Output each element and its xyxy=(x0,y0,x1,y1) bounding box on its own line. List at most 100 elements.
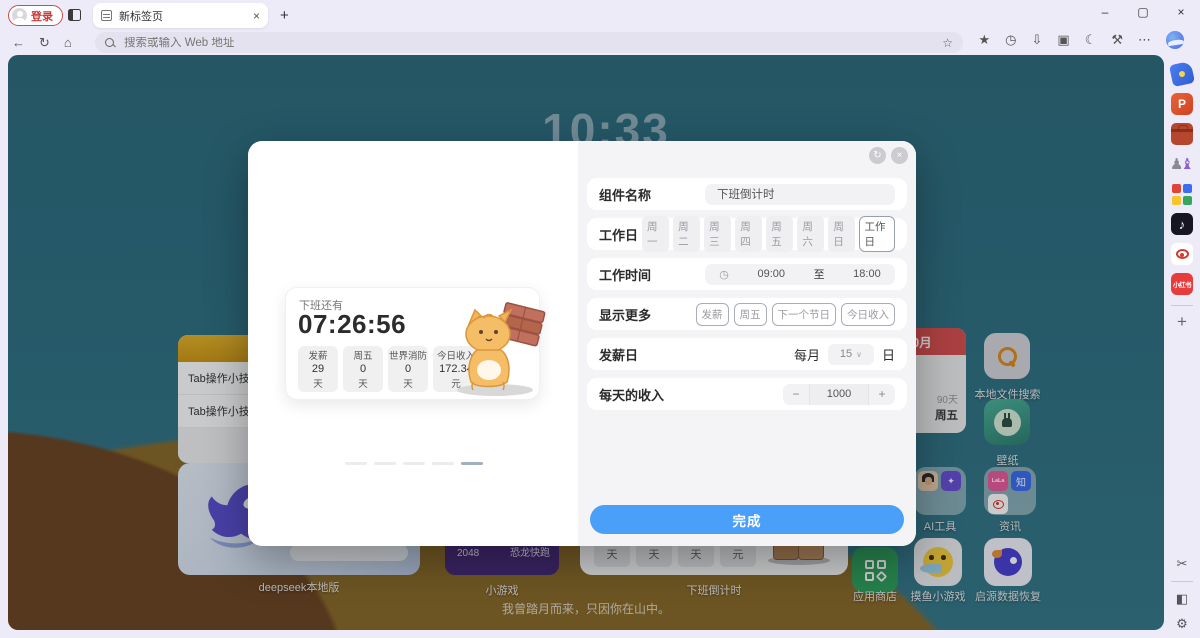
history-icon[interactable]: ◷ xyxy=(1005,32,1016,48)
address-bar[interactable]: ☆ xyxy=(95,32,963,53)
color-grid-app-icon[interactable] xyxy=(1171,183,1193,205)
work-time-picker[interactable]: ◷ 09:00 至 18:00 xyxy=(705,264,895,285)
workday-chip[interactable]: 周一 xyxy=(642,216,669,252)
chess-app-icon[interactable]: ♟♝ xyxy=(1171,153,1193,175)
tab-new-tab-page[interactable]: 新标签页 × xyxy=(93,3,268,28)
toolbar: ← ↻ ⌂ ☆ ★ ◷ ⇩ ▣ ☾ ⚒ ⋯ xyxy=(0,30,1200,55)
stat-value: 0 xyxy=(360,363,366,375)
avatar xyxy=(12,8,27,23)
close-window-button[interactable]: × xyxy=(1174,5,1188,19)
time-end[interactable]: 18:00 xyxy=(853,268,881,280)
workday-chip[interactable]: 周二 xyxy=(673,216,700,252)
workday-chip[interactable]: 周四 xyxy=(735,216,762,252)
payday-dropdown[interactable]: 15 ∨ xyxy=(828,344,874,365)
show-more-chip[interactable]: 下一个节日 xyxy=(772,303,837,326)
download-icon[interactable]: ⇩ xyxy=(1031,32,1042,48)
workday-chip[interactable]: 周五 xyxy=(766,216,793,252)
preview-stat: 世界消防 0 天 xyxy=(388,346,428,392)
payday-value: 15 xyxy=(840,348,852,360)
split-view-icon[interactable]: ◧ xyxy=(1176,591,1188,607)
widget-name-label: 组件名称 xyxy=(599,185,651,204)
stat-label: 周五 xyxy=(353,348,372,362)
preview-timer: 07:26:56 xyxy=(298,309,406,340)
work-time-row: 工作时间 ◷ 09:00 至 18:00 xyxy=(587,258,907,290)
workday-chip[interactable]: 周日 xyxy=(828,216,855,252)
time-start[interactable]: 09:00 xyxy=(757,268,785,280)
widget-preview-card: 下班还有 07:26:56 发薪 29 天 周五 0 天 世界消防 0 天 xyxy=(285,287,540,400)
payday-row: 发薪日 每月 15 ∨ 日 xyxy=(587,338,907,370)
xiaohongshu-app-icon[interactable]: 小红书 xyxy=(1171,273,1193,295)
show-more-row: 显示更多 发薪 周五 下一个节日 今日收入 xyxy=(587,298,907,330)
sidebar-divider xyxy=(1171,305,1193,306)
favorites-icon[interactable]: ★ xyxy=(978,32,990,48)
toolbox-icon[interactable]: ⚒ xyxy=(1111,32,1123,48)
stat-label: 发薪 xyxy=(308,348,327,362)
bookmark-star-icon[interactable]: ☆ xyxy=(942,36,953,50)
workday-chip[interactable]: 周六 xyxy=(797,216,824,252)
address-input[interactable] xyxy=(124,37,942,49)
widget-settings-modal: ↻ × 下班还有 07:26:56 发薪 29 天 周五 0 天 世界消防 xyxy=(248,141,916,546)
tab-close-icon[interactable]: × xyxy=(253,9,260,23)
widget-name-input[interactable]: 下班倒计时 xyxy=(705,184,895,205)
preview-stat: 周五 0 天 xyxy=(343,346,383,392)
settings-gear-icon[interactable]: ⚙ xyxy=(1176,616,1188,632)
show-more-chip[interactable]: 今日收入 xyxy=(841,303,895,326)
income-increase-button[interactable]: + xyxy=(869,387,895,401)
new-tab-button[interactable]: + xyxy=(280,7,289,24)
browser-logo-icon[interactable] xyxy=(1166,31,1184,49)
widget-name-row: 组件名称 下班倒计时 xyxy=(587,178,907,210)
settings-form: 组件名称 下班倒计时 工作日 周一 周二 周三 周四 周五 周六 周日 工作日 … xyxy=(578,141,916,546)
modal-resize-icon[interactable]: ↻ xyxy=(869,147,886,164)
stat-unit: 天 xyxy=(403,376,413,390)
screenshot-icon[interactable]: ▣ xyxy=(1057,32,1069,48)
tab-title: 新标签页 xyxy=(119,8,253,24)
stat-value: 0 xyxy=(405,363,411,375)
income-value[interactable]: 1000 xyxy=(809,384,869,405)
income-decrease-button[interactable]: − xyxy=(783,387,809,401)
chevron-down-icon: ∨ xyxy=(856,350,862,359)
payday-suffix: 日 xyxy=(882,345,895,364)
sidebar-toggle-icon[interactable] xyxy=(68,9,81,21)
show-more-label: 显示更多 xyxy=(599,305,651,324)
preview-stat: 发薪 29 天 xyxy=(298,346,338,392)
size-option[interactable] xyxy=(403,462,425,465)
tag-app-icon[interactable] xyxy=(1169,61,1195,87)
more-menu-icon[interactable]: ⋯ xyxy=(1138,32,1151,48)
ppt-app-icon[interactable]: P xyxy=(1171,93,1193,115)
search-icon xyxy=(105,38,115,48)
time-to-label: 至 xyxy=(814,266,825,282)
size-option[interactable] xyxy=(432,462,454,465)
back-icon[interactable]: ← xyxy=(12,35,25,51)
show-more-chip[interactable]: 周五 xyxy=(734,303,767,326)
minimize-button[interactable]: – xyxy=(1098,5,1112,19)
stat-unit: 天 xyxy=(313,376,323,390)
size-option[interactable] xyxy=(345,462,367,465)
login-label: 登录 xyxy=(31,8,53,24)
douyin-app-icon[interactable]: ♪ xyxy=(1171,213,1193,235)
reload-icon[interactable]: ↻ xyxy=(39,35,50,51)
preview-size-selector[interactable] xyxy=(345,462,483,465)
workdays-label: 工作日 xyxy=(599,225,638,244)
stat-unit: 天 xyxy=(358,376,368,390)
size-option[interactable] xyxy=(374,462,396,465)
toolbox-app-icon[interactable] xyxy=(1171,123,1193,145)
show-more-chip[interactable]: 发薪 xyxy=(696,303,729,326)
capture-scissors-icon[interactable]: ✂ xyxy=(1177,556,1188,572)
done-button[interactable]: 完成 xyxy=(590,505,904,534)
login-button[interactable]: 登录 xyxy=(8,5,63,26)
stat-label: 世界消防 xyxy=(389,348,427,362)
size-option-selected[interactable] xyxy=(461,462,483,465)
work-time-label: 工作时间 xyxy=(599,265,651,284)
home-icon[interactable]: ⌂ xyxy=(64,35,72,51)
daily-income-row: 每天的收入 − 1000 + xyxy=(587,378,907,410)
add-app-icon[interactable]: + xyxy=(1177,312,1187,332)
tab-favicon-icon xyxy=(101,10,112,21)
clock-icon: ◷ xyxy=(719,268,729,281)
modal-close-icon[interactable]: × xyxy=(891,147,908,164)
workday-chip[interactable]: 周三 xyxy=(704,216,731,252)
workday-chip-selected[interactable]: 工作日 xyxy=(859,216,895,252)
cat-carrying-bricks-illustration xyxy=(439,294,547,398)
maximize-button[interactable]: ▢ xyxy=(1136,5,1150,19)
night-mode-icon[interactable]: ☾ xyxy=(1085,32,1097,48)
weibo-app-icon[interactable] xyxy=(1171,243,1193,265)
